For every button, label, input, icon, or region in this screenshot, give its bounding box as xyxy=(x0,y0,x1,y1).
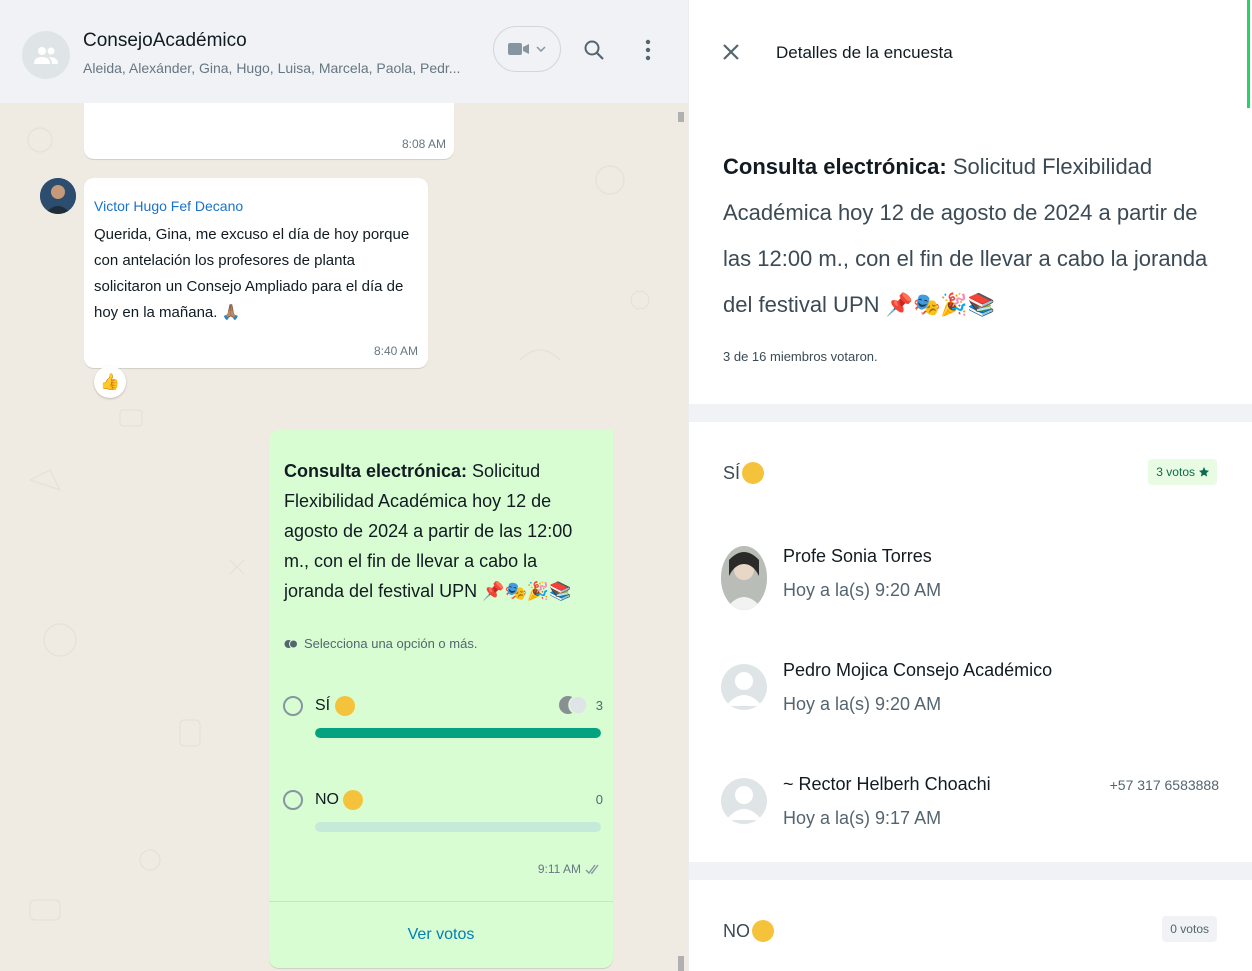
option-card-title: NO xyxy=(723,920,774,942)
sender-avatar[interactable] xyxy=(40,178,76,214)
voter-row[interactable]: ~ Rector Helberh Choachi Hoy a la(s) 9:1… xyxy=(719,774,1219,844)
scrollbar-arrow-up[interactable] xyxy=(678,112,684,122)
poll-question-card: Consulta electrónica: Solicitud Flexibil… xyxy=(689,108,1252,404)
details-title: Detalles de la encuesta xyxy=(776,43,953,62)
poll-option-bar xyxy=(315,822,601,832)
poll-option-no[interactable]: NO 0 xyxy=(283,790,603,850)
menu-icon xyxy=(645,39,651,61)
message-time: 8:08 AM xyxy=(401,137,446,151)
poll-bubble[interactable]: Consulta electrónica: Solicitud Flexibil… xyxy=(269,430,613,968)
voter-row[interactable]: Pedro Mojica Consejo Académico Hoy a la(… xyxy=(719,660,1219,730)
poll-hint: Selecciona una opción o más. xyxy=(284,636,477,651)
chevron-down-icon xyxy=(536,46,546,52)
group-avatar[interactable] xyxy=(22,31,70,79)
vote-count-chip: 3 votos xyxy=(1148,459,1217,485)
poll-option-label: NO xyxy=(315,790,364,810)
view-votes-button[interactable]: Ver votos xyxy=(269,926,613,944)
multi-select-icon xyxy=(284,639,298,648)
message-time: 8:40 AM xyxy=(373,344,418,358)
disappointed-face-emoji-icon xyxy=(752,920,774,942)
menu-button[interactable] xyxy=(634,36,662,64)
option-card-label: SÍ xyxy=(723,462,741,483)
poll-option-label-text: SÍ xyxy=(315,697,331,715)
poll-option-si[interactable]: SÍ 3 xyxy=(283,695,603,756)
poll-details-pane: Detalles de la encuesta Consulta electró… xyxy=(688,0,1252,971)
close-icon[interactable] xyxy=(721,42,741,62)
poll-option-label: SÍ xyxy=(315,696,355,716)
poll-question-text: Solicitud Flexibilidad Académica hoy 12 … xyxy=(284,461,573,601)
voter-time: Hoy a la(s) 9:20 AM xyxy=(783,580,942,600)
group-avatar-icon xyxy=(34,47,58,64)
voter-avatar[interactable] xyxy=(721,546,767,610)
message-reaction[interactable]: 👍 xyxy=(94,366,126,398)
voter-name: Profe Sonia Torres xyxy=(783,546,932,566)
voter-name: ~ Rector Helberh Choachi xyxy=(783,774,991,794)
voter-row[interactable]: Profe Sonia Torres Hoy a la(s) 9:20 AM xyxy=(719,546,1219,616)
vote-count-chip: 0 votos xyxy=(1162,916,1217,942)
voter-phone: +57 317 6583888 xyxy=(1109,777,1219,793)
poll-option-radio[interactable] xyxy=(283,790,303,810)
sender-name[interactable]: Victor Hugo Fef Decano xyxy=(94,198,418,214)
poll-time-text: 9:11 AM xyxy=(537,862,581,876)
user-avatar-icon xyxy=(726,786,762,820)
voter-name: Pedro Mojica Consejo Académico xyxy=(783,660,1053,680)
poll-option-count: 3 xyxy=(595,698,603,713)
poll-question: Consulta electrónica: Solicitud Flexibil… xyxy=(284,456,600,606)
details-question: Consulta electrónica: Solicitud Flexibil… xyxy=(723,144,1223,328)
details-question-bold: Consulta electrónica: xyxy=(723,154,947,179)
vote-count-text: 3 votos xyxy=(1156,465,1195,479)
message-bubble[interactable]: Victor Hugo Fef Decano Querida, Gina, me… xyxy=(84,178,428,368)
relieved-face-emoji-icon xyxy=(742,462,765,484)
group-name[interactable]: ConsejoAcadémico xyxy=(83,30,247,52)
user-avatar-icon xyxy=(726,672,762,706)
previous-message-bubble[interactable]: 8:08 AM xyxy=(84,103,454,159)
voter-photo xyxy=(721,546,767,610)
poll-divider xyxy=(269,901,613,902)
option-card-si: SÍ 3 votos Profe Sonia Torres Hoy a la(s… xyxy=(689,422,1252,862)
relieved-face-emoji-icon xyxy=(334,696,355,716)
disappointed-face-emoji-icon xyxy=(343,790,364,810)
search-icon xyxy=(584,40,604,60)
option-card-label: NO xyxy=(723,920,750,941)
poll-option-label-text: NO xyxy=(315,791,339,809)
chat-pane: ConsejoAcadémico Aleida, Alexánder, Gina… xyxy=(0,0,688,971)
video-call-button[interactable] xyxy=(493,26,561,72)
option-card-no: NO 0 votos xyxy=(689,880,1252,971)
sender-photo xyxy=(40,178,76,214)
voter-time: Hoy a la(s) 9:20 AM xyxy=(783,694,942,714)
poll-option-bar xyxy=(315,728,601,738)
votes-summary: 3 de 16 miembros votaron. xyxy=(723,349,878,364)
video-call-icon xyxy=(508,43,529,55)
message-text: Querida, Gina, me excuso el día de hoy p… xyxy=(94,226,410,321)
voter-avatars xyxy=(559,695,587,715)
scrollbar-thumb[interactable] xyxy=(678,956,684,971)
poll-option-radio[interactable] xyxy=(283,696,303,716)
poll-option-bar-fill xyxy=(315,728,601,738)
poll-hint-text: Selecciona una opción o más. xyxy=(304,636,478,651)
group-members[interactable]: Aleida, Alexánder, Gina, Hugo, Luisa, Ma… xyxy=(83,60,460,76)
chat-header: ConsejoAcadémico Aleida, Alexánder, Gina… xyxy=(0,0,688,103)
poll-time: 9:11 AM xyxy=(538,862,601,876)
poll-option-count: 0 xyxy=(595,792,603,807)
poll-question-bold: Consulta electrónica: xyxy=(284,461,468,481)
vote-count-text: 0 votos xyxy=(1170,922,1209,936)
voter-avatar[interactable] xyxy=(721,664,767,710)
double-check-icon xyxy=(585,864,599,874)
option-card-title: SÍ xyxy=(723,462,765,484)
voter-time: Hoy a la(s) 9:17 AM xyxy=(783,808,942,828)
search-button[interactable] xyxy=(580,36,608,64)
details-header: Detalles de la encuesta xyxy=(689,0,1252,108)
voter-avatar[interactable] xyxy=(721,778,767,824)
star-icon xyxy=(1199,467,1209,477)
